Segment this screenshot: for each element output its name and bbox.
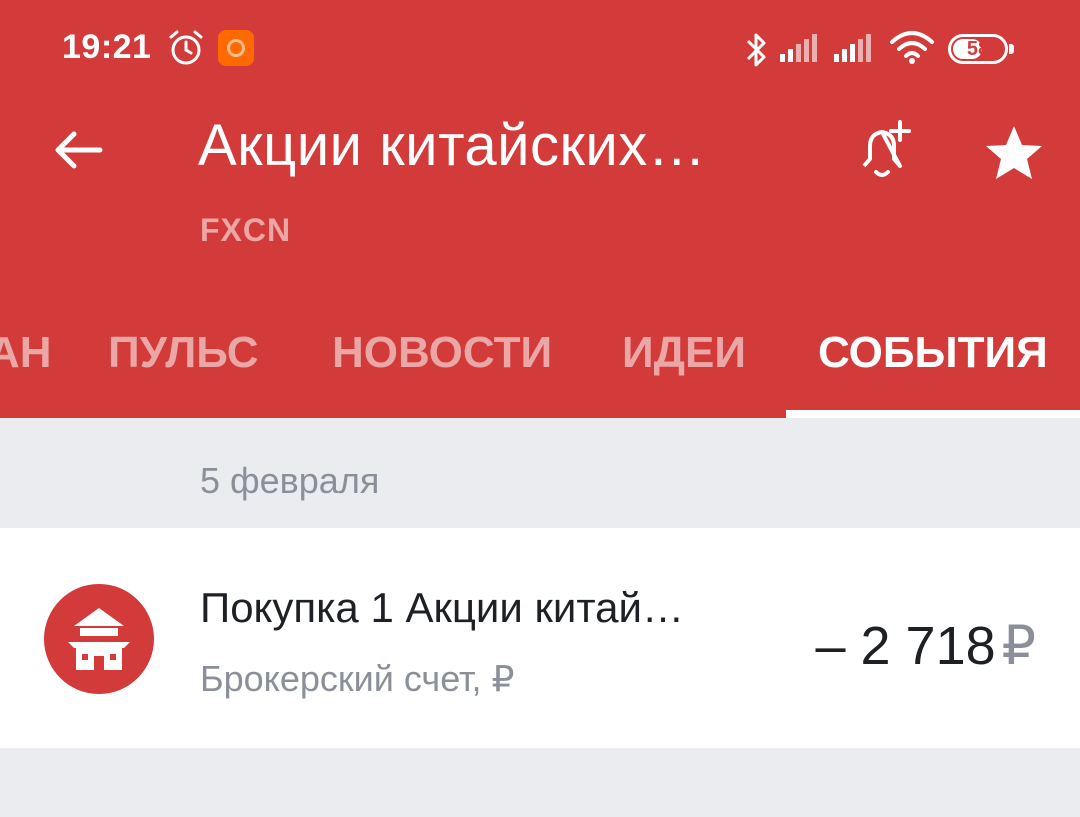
battery-cap bbox=[1009, 44, 1014, 54]
tab-news[interactable]: НОВОСТИ bbox=[332, 328, 552, 378]
pagoda-icon bbox=[68, 608, 130, 670]
bluetooth-icon bbox=[746, 33, 766, 67]
signal-icon bbox=[834, 34, 871, 62]
operation-title: Покупка 1 Акции китай… bbox=[200, 584, 684, 631]
signal-icon bbox=[780, 34, 817, 62]
instrument-ticker: FXCN bbox=[200, 212, 292, 248]
operation-row[interactable]: Покупка 1 Акции китай… Брокерский счет, … bbox=[0, 528, 1080, 748]
operation-amount: – 2 718 ₽ bbox=[815, 614, 1036, 677]
status-bar: 19:21 58 bbox=[0, 0, 1080, 96]
operation-account: Брокерский счет, ₽ bbox=[200, 658, 515, 699]
tab-pulse[interactable]: ПУЛЬС bbox=[108, 328, 259, 378]
alarm-icon bbox=[169, 30, 203, 65]
battery-level: 58 bbox=[966, 38, 990, 60]
tab-bar: АН ПУЛЬС НОВОСТИ ИДЕИ СОБЫТИЯ bbox=[0, 300, 1080, 418]
star-icon bbox=[986, 126, 1042, 179]
bell-plus-icon bbox=[862, 120, 911, 177]
operation-icon bbox=[44, 584, 154, 694]
arrow-left-icon bbox=[55, 131, 103, 169]
status-time: 19:21 bbox=[62, 28, 152, 66]
app-header: 19:21 58 Акции китайских… FXCN АН ПУЛЬС … bbox=[0, 0, 1080, 418]
instrument-title: Акции китайских… bbox=[198, 113, 707, 178]
battery-icon: 58 bbox=[948, 34, 1016, 64]
favorite-button[interactable] bbox=[976, 116, 1052, 192]
active-tab-indicator bbox=[786, 410, 1080, 418]
tab-ideas[interactable]: ИДЕИ bbox=[622, 328, 746, 378]
add-price-alert-button[interactable] bbox=[850, 116, 920, 186]
date-section-header: 5 февраля bbox=[0, 418, 1080, 528]
tab-overview[interactable]: АН bbox=[0, 328, 52, 378]
back-button[interactable] bbox=[40, 112, 116, 188]
tab-events[interactable]: СОБЫТИЯ bbox=[818, 328, 1048, 378]
mi-app-icon bbox=[218, 30, 254, 66]
operation-amount-value: – 2 718 bbox=[815, 616, 996, 676]
wifi-icon bbox=[890, 31, 934, 64]
date-label: 5 февраля bbox=[200, 460, 380, 501]
operation-currency: ₽ bbox=[1001, 616, 1036, 676]
